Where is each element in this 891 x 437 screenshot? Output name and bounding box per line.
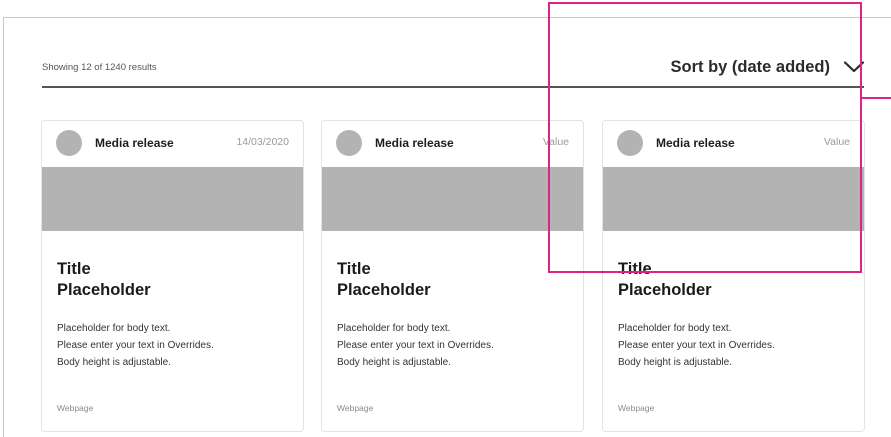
avatar [617, 130, 643, 156]
chevron-down-icon [844, 61, 864, 73]
result-card[interactable]: Media release Value Title Placeholder Pl… [602, 120, 865, 432]
card-meta-value: Value [542, 136, 569, 148]
card-body-line: Placeholder for body text. [337, 323, 451, 334]
card-title-line: Placeholder [337, 281, 431, 299]
card-body-line: Placeholder for body text. [57, 323, 171, 334]
card-header: Media release Value [322, 121, 583, 167]
results-count: Showing 12 of 1240 results [42, 62, 157, 73]
card-meta-value: Value [823, 136, 850, 148]
card-body: Placeholder for body text. Please enter … [618, 320, 858, 371]
card-title-line: Title [337, 260, 371, 278]
card-category: Webpage [337, 403, 374, 413]
image-placeholder [322, 167, 583, 231]
card-type-label: Media release [375, 136, 454, 150]
card-header: Media release Value [603, 121, 864, 167]
card-date: 14/03/2020 [236, 136, 289, 148]
card-body-line: Please enter your text in Overrides. [337, 340, 494, 351]
card-body-line: Please enter your text in Overrides. [618, 340, 775, 351]
card-body-line: Body height is adjustable. [618, 357, 732, 368]
card-body-line: Body height is adjustable. [337, 357, 451, 368]
card-header: Media release 14/03/2020 [42, 121, 303, 167]
card-category: Webpage [618, 403, 655, 413]
card-type-label: Media release [656, 136, 735, 150]
image-placeholder [603, 167, 864, 231]
card-body-line: Body height is adjustable. [57, 357, 171, 368]
sort-dropdown[interactable]: Sort by (date added) [670, 56, 864, 78]
card-type-label: Media release [95, 136, 174, 150]
result-card[interactable]: Media release 14/03/2020 Title Placehold… [41, 120, 304, 432]
card-body-line: Please enter your text in Overrides. [57, 340, 214, 351]
avatar [336, 130, 362, 156]
card-title-line: Placeholder [57, 281, 151, 299]
card-title[interactable]: Title Placeholder [618, 259, 838, 301]
card-title[interactable]: Title Placeholder [57, 259, 277, 301]
card-category: Webpage [57, 403, 94, 413]
card-body-line: Placeholder for body text. [618, 323, 732, 334]
card-body: Placeholder for body text. Please enter … [57, 320, 297, 371]
sort-label: Sort by (date added) [670, 57, 830, 76]
card-title[interactable]: Title Placeholder [337, 259, 557, 301]
card-title-line: Placeholder [618, 281, 712, 299]
card-body: Placeholder for body text. Please enter … [337, 320, 577, 371]
card-title-line: Title [57, 260, 91, 278]
card-title-line: Title [618, 260, 652, 278]
image-placeholder [42, 167, 303, 231]
avatar [56, 130, 82, 156]
results-toolbar: Showing 12 of 1240 results Sort by (date… [42, 52, 864, 88]
result-card[interactable]: Media release Value Title Placeholder Pl… [321, 120, 584, 432]
